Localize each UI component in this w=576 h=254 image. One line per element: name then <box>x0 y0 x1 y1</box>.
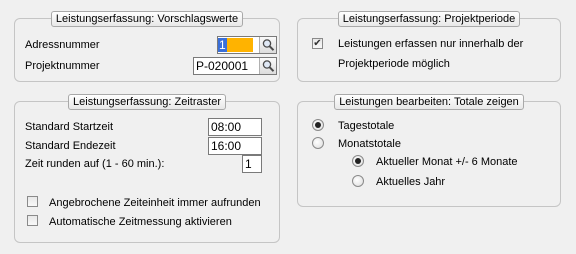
magnifier-icon <box>262 39 275 51</box>
vorschlagswerte-group-title: Leistungserfassung: Vorschlagswerte <box>50 11 244 27</box>
totale-group-title: Leistungen bearbeiten: Totale zeigen <box>334 94 524 110</box>
monatstotale-radio[interactable] <box>312 137 324 149</box>
projektnummer-field[interactable]: P-020001 <box>193 57 277 75</box>
endezeit-input[interactable]: 16:00 <box>208 137 262 155</box>
aufrunden-checkbox[interactable] <box>27 196 38 207</box>
startzeit-label: Standard Startzeit <box>25 121 114 133</box>
projektperiode-group: Leistungserfassung: Projektperiode ✔ Lei… <box>297 11 561 82</box>
runden-input[interactable]: 1 <box>242 155 262 173</box>
zeitraster-group: Leistungserfassung: Zeitraster Standard … <box>14 94 280 243</box>
projektperiode-label-line2: Projektperiode möglich <box>338 58 450 70</box>
totale-group: Leistungen bearbeiten: Totale zeigen Tag… <box>297 94 561 207</box>
tagestotale-label: Tagestotale <box>338 120 395 132</box>
projektperiode-checkbox[interactable]: ✔ <box>312 38 323 49</box>
aktueller-monat-label: Aktueller Monat +/- 6 Monate <box>376 156 518 168</box>
projektperiode-label-line1: Leistungen erfassen nur innerhalb der <box>338 38 524 50</box>
projektnummer-search-button[interactable] <box>259 58 276 74</box>
projektperiode-group-title: Leistungserfassung: Projektperiode <box>337 11 521 27</box>
endezeit-label: Standard Endezeit <box>25 140 116 152</box>
tagestotale-radio[interactable] <box>312 119 324 131</box>
vorschlagswerte-group: Leistungserfassung: Vorschlagswerte Adre… <box>14 11 280 82</box>
zeitraster-group-title: Leistungserfassung: Zeitraster <box>68 94 226 110</box>
adressnummer-search-button[interactable] <box>259 37 276 53</box>
magnifier-icon <box>262 60 275 72</box>
adressnummer-value: 1 <box>218 37 259 53</box>
automatik-checkbox[interactable] <box>27 215 38 226</box>
monatstotale-label: Monatstotale <box>338 138 401 150</box>
adressnummer-label: Adressnummer <box>25 39 100 51</box>
startzeit-input[interactable]: 08:00 <box>208 118 262 136</box>
adressnummer-highlight <box>226 38 253 52</box>
projektnummer-value: P-020001 <box>196 59 249 73</box>
automatik-label: Automatische Zeitmessung aktivieren <box>49 216 232 228</box>
runden-label: Zeit runden auf (1 - 60 min.): <box>25 158 165 170</box>
aktueller-monat-radio[interactable] <box>352 155 364 167</box>
aktuelles-jahr-label: Aktuelles Jahr <box>376 176 446 188</box>
aktuelles-jahr-radio[interactable] <box>352 175 364 187</box>
projektnummer-label: Projektnummer <box>25 60 100 72</box>
adressnummer-field[interactable]: 1 <box>217 36 277 54</box>
aufrunden-label: Angebrochene Zeiteinheit immer aufrunden <box>49 197 261 209</box>
